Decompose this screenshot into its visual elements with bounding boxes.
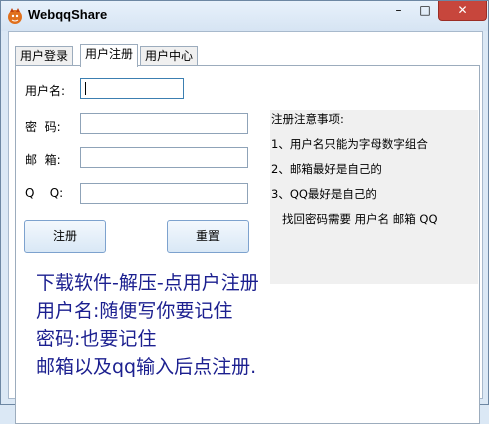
app-window: WebqqShare – □ ✕ 用户登录 用户注册 用户中心 用户名: 密 码…	[0, 0, 489, 424]
client-area: 用户登录 用户注册 用户中心 用户名: 密 码: 邮 箱: Q Q: 注册 重置	[8, 31, 483, 424]
tab-user-login[interactable]: 用户登录	[15, 46, 74, 66]
instruction-line: 用户名:随便写你要记住	[36, 300, 233, 322]
window-title: WebqqShare	[28, 7, 108, 22]
reset-button[interactable]: 重置	[167, 220, 249, 253]
instruction-line: 下载软件-解压-点用户注册	[36, 272, 259, 294]
note-item: 1、用户名只能为字母数字组合	[271, 137, 428, 151]
username-label: 用户名:	[25, 84, 66, 98]
instruction-line: 邮箱以及qq输入后点注册.	[36, 356, 257, 378]
qq-label: Q Q:	[25, 186, 64, 200]
tab-user-register[interactable]: 用户注册	[80, 44, 139, 67]
tab-user-center[interactable]: 用户中心	[140, 46, 199, 66]
register-button[interactable]: 注册	[24, 220, 106, 253]
text-caret	[85, 82, 86, 95]
note-item: 3、QQ最好是自己的	[271, 187, 377, 201]
register-panel: 用户名: 密 码: 邮 箱: Q Q: 注册 重置 注册注意事项: 1、用户名只…	[15, 65, 480, 424]
password-input[interactable]	[80, 113, 248, 134]
email-input[interactable]	[80, 147, 248, 168]
registration-notes: 注册注意事项: 1、用户名只能为字母数字组合 2、邮箱最好是自己的 3、QQ最好…	[270, 110, 478, 284]
note-item: 找回密码需要 用户名 邮箱 QQ	[271, 212, 438, 226]
title-bar[interactable]: WebqqShare – □ ✕	[1, 1, 488, 31]
app-logo-icon	[8, 8, 22, 24]
username-input[interactable]	[80, 78, 184, 99]
qq-input[interactable]	[80, 183, 248, 204]
email-label: 邮 箱:	[25, 153, 61, 167]
maximize-button[interactable]: □	[412, 1, 438, 21]
note-item: 2、邮箱最好是自己的	[271, 162, 382, 176]
notes-title: 注册注意事项:	[271, 112, 344, 126]
instruction-line: 密码:也要记住	[36, 328, 157, 350]
close-button[interactable]: ✕	[438, 1, 487, 21]
minimize-button[interactable]: –	[385, 1, 412, 21]
password-label: 密 码:	[25, 120, 61, 134]
